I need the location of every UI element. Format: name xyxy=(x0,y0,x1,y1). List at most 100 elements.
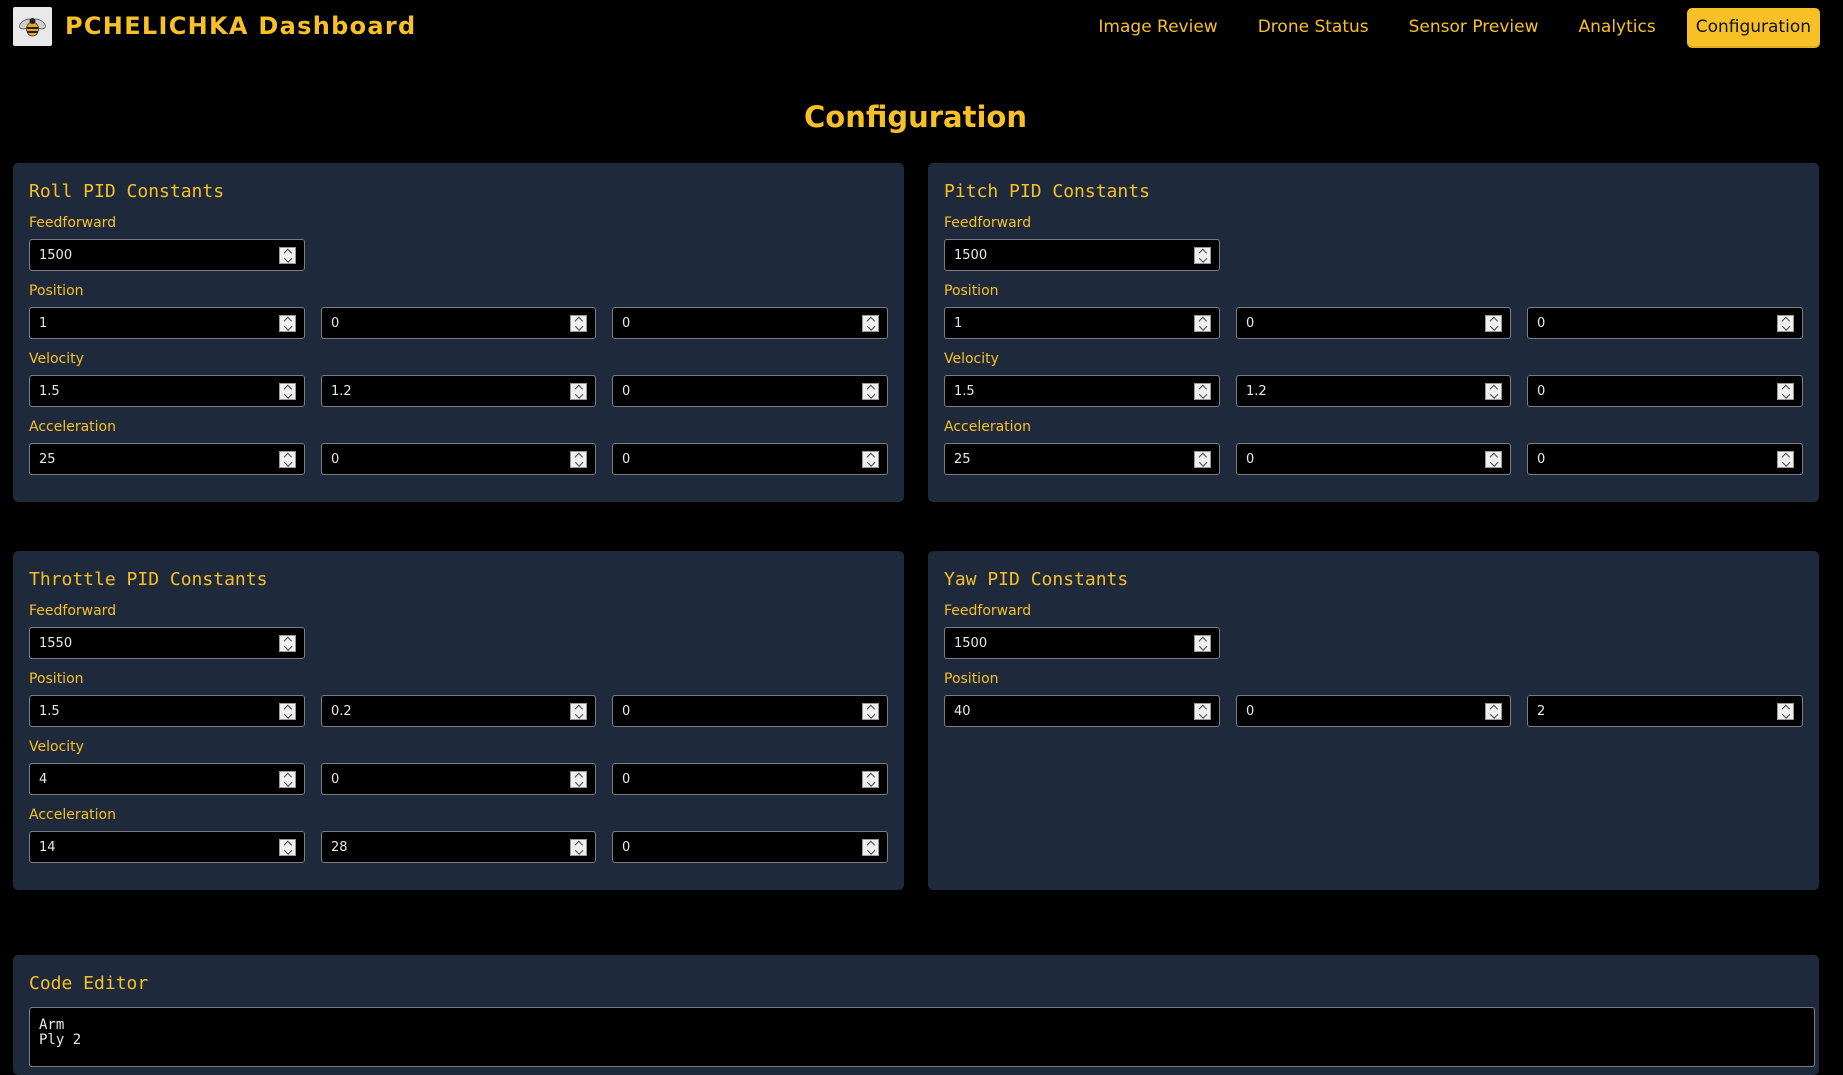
throttle-velocity-d-input[interactable] xyxy=(612,763,888,795)
number-input[interactable] xyxy=(30,832,304,862)
spinner-icon[interactable] xyxy=(1777,315,1794,332)
number-input[interactable] xyxy=(945,444,1219,474)
spinner-icon[interactable] xyxy=(1194,315,1211,332)
number-input[interactable] xyxy=(613,308,887,338)
pitch-velocity-i-input[interactable] xyxy=(1236,375,1511,407)
spinner-icon[interactable] xyxy=(1485,451,1502,468)
spinner-icon[interactable] xyxy=(570,315,587,332)
pitch-position-i-input[interactable] xyxy=(1236,307,1511,339)
number-input[interactable] xyxy=(613,696,887,726)
number-input[interactable] xyxy=(30,628,304,658)
number-input[interactable] xyxy=(945,308,1219,338)
code-editor-textarea[interactable]: Arm Ply 2 xyxy=(29,1007,1815,1067)
number-input[interactable] xyxy=(30,308,304,338)
spinner-icon[interactable] xyxy=(279,839,296,856)
spinner-icon[interactable] xyxy=(1777,703,1794,720)
pitch-feedforward-input[interactable] xyxy=(944,239,1220,271)
number-input[interactable] xyxy=(613,764,887,794)
number-input[interactable] xyxy=(1528,376,1802,406)
number-input[interactable] xyxy=(945,696,1219,726)
throttle-acceleration-d-input[interactable] xyxy=(612,831,888,863)
spinner-icon[interactable] xyxy=(279,383,296,400)
number-input[interactable] xyxy=(1528,696,1802,726)
spinner-icon[interactable] xyxy=(862,315,879,332)
throttle-position-d-input[interactable] xyxy=(612,695,888,727)
roll-acceleration-i-input[interactable] xyxy=(321,443,596,475)
number-input[interactable] xyxy=(613,376,887,406)
nav-sensor-preview[interactable]: Sensor Preview xyxy=(1400,8,1548,46)
spinner-icon[interactable] xyxy=(862,839,879,856)
number-input[interactable] xyxy=(30,764,304,794)
number-input[interactable] xyxy=(1237,444,1510,474)
spinner-icon[interactable] xyxy=(1777,451,1794,468)
throttle-velocity-p-input[interactable] xyxy=(29,763,305,795)
nav-image-review[interactable]: Image Review xyxy=(1089,8,1226,46)
number-input[interactable] xyxy=(30,444,304,474)
number-input[interactable] xyxy=(945,628,1219,658)
roll-velocity-d-input[interactable] xyxy=(612,375,888,407)
number-input[interactable] xyxy=(613,444,887,474)
spinner-icon[interactable] xyxy=(279,315,296,332)
roll-position-d-input[interactable] xyxy=(612,307,888,339)
number-input[interactable] xyxy=(945,376,1219,406)
number-input[interactable] xyxy=(30,696,304,726)
throttle-position-p-input[interactable] xyxy=(29,695,305,727)
spinner-icon[interactable] xyxy=(279,451,296,468)
throttle-position-i-input[interactable] xyxy=(321,695,596,727)
nav-drone-status[interactable]: Drone Status xyxy=(1249,8,1378,46)
number-input[interactable] xyxy=(1237,376,1510,406)
spinner-icon[interactable] xyxy=(1194,247,1211,264)
pitch-acceleration-i-input[interactable] xyxy=(1236,443,1511,475)
pitch-velocity-d-input[interactable] xyxy=(1527,375,1803,407)
spinner-icon[interactable] xyxy=(862,771,879,788)
number-input[interactable] xyxy=(322,832,595,862)
nav-configuration[interactable]: Configuration xyxy=(1686,8,1820,46)
roll-velocity-p-input[interactable] xyxy=(29,375,305,407)
number-input[interactable] xyxy=(1528,308,1802,338)
yaw-position-i-input[interactable] xyxy=(1236,695,1511,727)
number-input[interactable] xyxy=(322,696,595,726)
spinner-icon[interactable] xyxy=(862,703,879,720)
roll-acceleration-p-input[interactable] xyxy=(29,443,305,475)
spinner-icon[interactable] xyxy=(570,451,587,468)
number-input[interactable] xyxy=(322,764,595,794)
number-input[interactable] xyxy=(322,376,595,406)
number-input[interactable] xyxy=(30,376,304,406)
spinner-icon[interactable] xyxy=(1485,383,1502,400)
spinner-icon[interactable] xyxy=(1194,451,1211,468)
spinner-icon[interactable] xyxy=(279,771,296,788)
spinner-icon[interactable] xyxy=(1194,635,1211,652)
number-input[interactable] xyxy=(30,240,304,270)
yaw-position-d-input[interactable] xyxy=(1527,695,1803,727)
roll-acceleration-d-input[interactable] xyxy=(612,443,888,475)
nav-analytics[interactable]: Analytics xyxy=(1570,8,1665,46)
spinner-icon[interactable] xyxy=(1485,315,1502,332)
throttle-acceleration-p-input[interactable] xyxy=(29,831,305,863)
spinner-icon[interactable] xyxy=(1194,703,1211,720)
pitch-acceleration-p-input[interactable] xyxy=(944,443,1220,475)
yaw-position-p-input[interactable] xyxy=(944,695,1220,727)
spinner-icon[interactable] xyxy=(570,771,587,788)
spinner-icon[interactable] xyxy=(570,703,587,720)
roll-velocity-i-input[interactable] xyxy=(321,375,596,407)
number-input[interactable] xyxy=(322,444,595,474)
pitch-position-p-input[interactable] xyxy=(944,307,1220,339)
throttle-feedforward-input[interactable] xyxy=(29,627,305,659)
spinner-icon[interactable] xyxy=(570,839,587,856)
pitch-velocity-p-input[interactable] xyxy=(944,375,1220,407)
spinner-icon[interactable] xyxy=(570,383,587,400)
yaw-feedforward-input[interactable] xyxy=(944,627,1220,659)
number-input[interactable] xyxy=(322,308,595,338)
spinner-icon[interactable] xyxy=(1485,703,1502,720)
number-input[interactable] xyxy=(1237,308,1510,338)
spinner-icon[interactable] xyxy=(862,383,879,400)
spinner-icon[interactable] xyxy=(1777,383,1794,400)
number-input[interactable] xyxy=(1528,444,1802,474)
spinner-icon[interactable] xyxy=(862,451,879,468)
roll-feedforward-input[interactable] xyxy=(29,239,305,271)
roll-position-p-input[interactable] xyxy=(29,307,305,339)
spinner-icon[interactable] xyxy=(1194,383,1211,400)
number-input[interactable] xyxy=(945,240,1219,270)
throttle-acceleration-i-input[interactable] xyxy=(321,831,596,863)
bee-icon[interactable] xyxy=(13,7,52,46)
